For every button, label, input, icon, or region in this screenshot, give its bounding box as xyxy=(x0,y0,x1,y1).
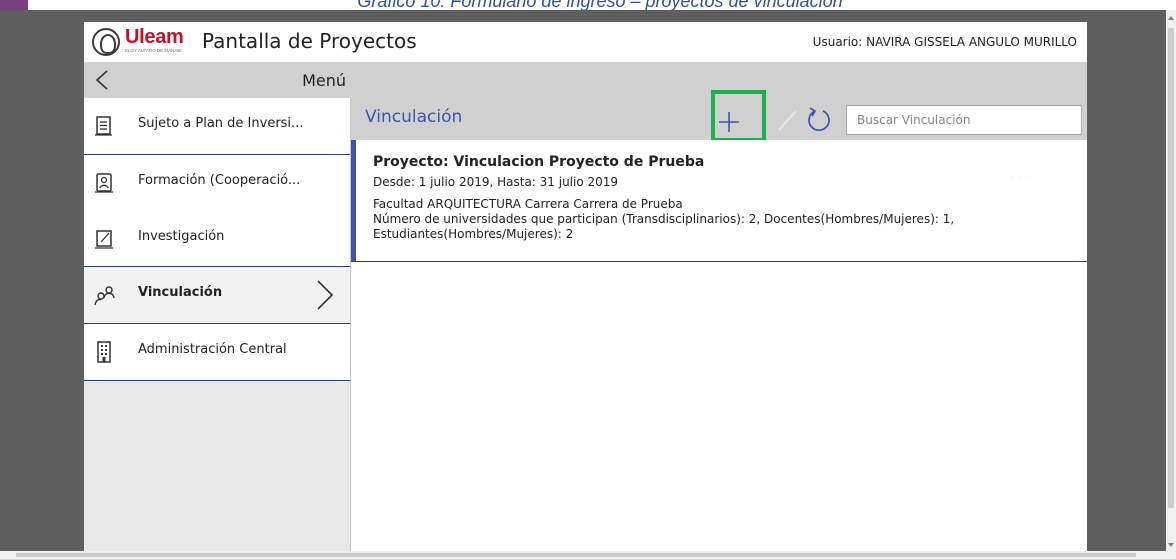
scroll-up-icon[interactable] xyxy=(1168,16,1174,20)
building-icon xyxy=(94,341,114,363)
sidebar-item-label: Vinculación xyxy=(138,285,223,300)
user-label: Usuario: NAVIRA GISSELA ANGULO MURILLO xyxy=(812,35,1077,49)
document-margin-mark xyxy=(0,0,28,10)
refresh-button[interactable] xyxy=(804,105,834,135)
sidebar-item-label: Formación (Cooperació... xyxy=(138,173,301,188)
horizontal-scrollbar[interactable] xyxy=(0,551,1166,559)
back-chevron-icon[interactable] xyxy=(94,70,110,90)
sidebar-item-plan-inversion[interactable]: Sujeto a Plan de Inversi... xyxy=(84,98,350,154)
sidebar: Sujeto a Plan de Inversi... Formación (C… xyxy=(84,98,350,559)
document-caption-text: Gráfico 10: Formulario de ingreso – proy… xyxy=(357,0,843,10)
menu-label: Menú xyxy=(302,71,346,90)
people-icon xyxy=(94,284,115,306)
logo-subtext: ELOY ALFARO DE MANABÍ xyxy=(125,48,182,53)
project-faculty: Facultad ARQUITECTURA Carrera Carrera de… xyxy=(373,197,683,211)
logo-text: Uleam xyxy=(125,26,184,48)
refresh-icon xyxy=(808,107,830,131)
sidebar-item-label: Administración Central xyxy=(138,342,287,357)
uleam-seal-icon xyxy=(92,28,120,56)
sidebar-item-label: Sujeto a Plan de Inversi... xyxy=(138,116,304,131)
main-toolbar: Vinculación xyxy=(351,90,1087,142)
project-participants: Número de universidades que participan (… xyxy=(373,212,955,226)
sidebar-item-label: Investigación xyxy=(138,229,225,244)
chevron-right-icon xyxy=(314,279,336,311)
project-dates: Desde: 1 julio 2019, Hasta: 31 julio 201… xyxy=(373,175,619,189)
project-participants-cont: Estudiantes(Hombres/Mujeres): 2 xyxy=(373,227,574,241)
project-title: Proyecto: Vinculacion Proyecto de Prueba xyxy=(373,154,705,170)
sidebar-item-administracion[interactable]: Administración Central xyxy=(84,324,350,380)
document-list-icon xyxy=(94,115,114,137)
sidebar-divider xyxy=(84,380,350,381)
sidebar-item-investigacion[interactable]: Investigación xyxy=(84,211,350,267)
search-input[interactable] xyxy=(846,105,1082,135)
edit-button[interactable] xyxy=(776,106,800,134)
app-header: Uleam ELOY ALFARO DE MANABÍ Pantalla de … xyxy=(84,22,1087,62)
more-options-icon[interactable]: · · · xyxy=(1011,172,1032,183)
scroll-down-icon[interactable] xyxy=(1168,543,1174,547)
section-title: Vinculación xyxy=(365,107,463,127)
menu-bar: Menú xyxy=(84,62,1087,98)
page-title: Pantalla de Proyectos xyxy=(202,29,417,53)
uleam-logo: Uleam ELOY ALFARO DE MANABÍ xyxy=(92,26,202,56)
sidebar-item-vinculacion[interactable]: Vinculación xyxy=(84,267,350,323)
project-card[interactable]: Proyecto: Vinculacion Proyecto de Prueba… xyxy=(351,140,1087,262)
vertical-scrollbar[interactable] xyxy=(1166,10,1176,559)
plus-icon xyxy=(719,112,739,132)
app-window: Uleam ELOY ALFARO DE MANABÍ Pantalla de … xyxy=(84,22,1087,559)
edit-document-icon xyxy=(94,228,114,250)
add-button[interactable] xyxy=(711,106,747,134)
hscrollbar-thumb[interactable] xyxy=(16,553,1136,557)
pencil-icon xyxy=(778,110,797,131)
contact-card-icon xyxy=(94,172,114,194)
document-caption: Gráfico 10: Formulario de ingreso – proy… xyxy=(0,0,1176,10)
sidebar-item-formacion[interactable]: Formación (Cooperació... xyxy=(84,155,350,211)
scrollbar-thumb[interactable] xyxy=(1168,28,1174,508)
main-panel: Vinculación Proyecto: Vinculacion Proyec… xyxy=(351,90,1087,559)
selection-accent xyxy=(351,140,356,261)
